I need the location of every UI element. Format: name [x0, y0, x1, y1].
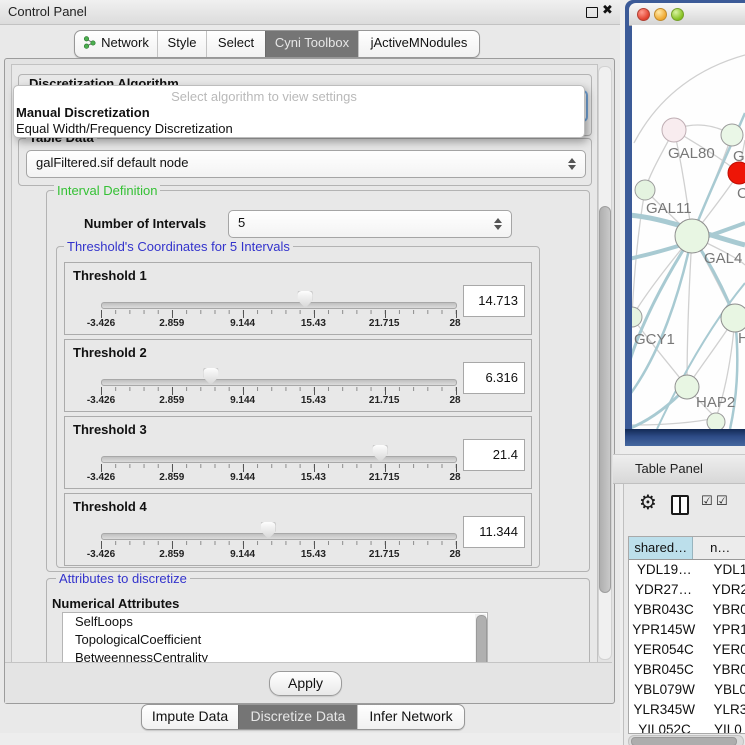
- network-view-canvas[interactable]: GAL80 G C GAL11 GAL4 GCY1 H HAP2: [632, 25, 745, 429]
- network-window-frame-bottom: [625, 429, 745, 446]
- algorithm-hint: Select algorithm to view settings: [14, 89, 514, 104]
- thresholds-group-title: Threshold's Coordinates for 5 Intervals: [64, 240, 293, 253]
- content-scrollbar-thumb[interactable]: [599, 206, 611, 593]
- node-label-gcy1: GCY1: [634, 331, 675, 348]
- algorithm-dropdown-popup: Select algorithm to view settings Manual…: [13, 85, 585, 138]
- tab-infer-network[interactable]: Infer Network: [357, 705, 464, 729]
- control-panel: Control Panel ✖ Network Style Select Cyn…: [0, 0, 620, 733]
- node-bottom[interactable]: [707, 413, 725, 429]
- float-window-icon[interactable]: [586, 7, 598, 18]
- node-label-g: G: [733, 148, 745, 165]
- node-label-gal4: GAL4: [704, 250, 742, 267]
- node-g[interactable]: [721, 124, 743, 146]
- network-graph: GAL80 G C GAL11 GAL4 GCY1 H HAP2: [632, 25, 745, 429]
- node-label-c: C: [737, 185, 745, 202]
- close-traffic-light-icon[interactable]: [637, 8, 650, 21]
- apply-bar: Apply: [5, 662, 612, 703]
- threshold-3-value[interactable]: 21.4: [463, 439, 525, 471]
- algorithm-option-equal-width[interactable]: Equal Width/Frequency Discretization: [16, 121, 233, 136]
- table-scrollbar-thumb[interactable]: [631, 737, 737, 745]
- table-row[interactable]: YER054CYER0: [629, 640, 745, 660]
- attributes-group-title: Attributes to discretize: [56, 572, 190, 585]
- tab-discretize-data[interactable]: Discretize Data: [238, 705, 357, 729]
- numerical-attributes-label: Numerical Attributes: [52, 596, 179, 611]
- node-gal4[interactable]: [675, 219, 709, 253]
- threshold-2-value[interactable]: 6.316: [463, 362, 525, 394]
- node-label-gal80: GAL80: [668, 145, 715, 162]
- table-row[interactable]: YPR145WYPR1: [629, 620, 745, 640]
- table-panel-header: Table Panel: [613, 454, 745, 484]
- node-h[interactable]: [721, 304, 745, 332]
- threshold-2-panel: Threshold 2 -3.4262.8599.14415.4321.7152…: [64, 339, 532, 412]
- tab-network-label: Network: [101, 35, 149, 50]
- threshold-4-value[interactable]: 11.344: [463, 516, 525, 548]
- table-row[interactable]: YDL19…YDL1: [629, 560, 745, 580]
- table-panel-title: Table Panel: [635, 461, 703, 476]
- cyni-bottom-tabs: Impute Data Discretize Data Infer Networ…: [141, 704, 465, 730]
- zoom-traffic-light-icon[interactable]: [671, 8, 684, 21]
- node-gal11[interactable]: [635, 180, 655, 200]
- interval-definition-title: Interval Definition: [54, 184, 160, 197]
- gear-icon[interactable]: ⚙: [639, 490, 657, 514]
- node-gcy1[interactable]: [632, 307, 642, 327]
- table-row[interactable]: YBR045CYBR0: [629, 660, 745, 680]
- node-label-gal11: GAL11: [646, 200, 692, 217]
- num-intervals-value: 5: [238, 215, 245, 230]
- screen: Control Panel ✖ Network Style Select Cyn…: [0, 0, 745, 745]
- network-window-titlebar[interactable]: [629, 3, 745, 26]
- apply-button[interactable]: Apply: [269, 671, 342, 696]
- list-item[interactable]: SelfLoops: [63, 613, 487, 631]
- column-layout-icon[interactable]: [671, 495, 689, 515]
- combo-stepper-icon[interactable]: [493, 217, 502, 231]
- column-header-shared-name[interactable]: shared…: [629, 537, 693, 559]
- num-intervals-label: Number of Intervals: [84, 216, 206, 231]
- threshold-3-panel: Threshold 3 -3.4262.8599.14415.4321.7152…: [64, 416, 532, 489]
- tab-jactivemnodules[interactable]: jActiveMNodules: [358, 31, 479, 57]
- minimize-traffic-light-icon[interactable]: [654, 8, 667, 21]
- table-data-combo[interactable]: galFiltered.sif default node: [26, 150, 586, 178]
- node-label-h: H: [738, 330, 745, 347]
- threshold-1-panel: Threshold 1 -3.4262.8599.14415.4321.7152…: [64, 262, 532, 335]
- table-row[interactable]: YBR043CYBR0: [629, 600, 745, 620]
- table-horizontal-scrollbar[interactable]: [628, 735, 744, 745]
- content-scrollbar[interactable]: [598, 66, 612, 660]
- node-label-hap2: HAP2: [696, 394, 735, 411]
- table-row[interactable]: YBL079WYBL0: [629, 680, 745, 700]
- tab-style[interactable]: Style: [157, 31, 206, 57]
- column-header-name[interactable]: n…: [693, 537, 745, 559]
- table-panel-body: ⚙ ☑ ☑ shared… n… YDL19…YDL1 YDR27…YDR2 Y…: [623, 483, 745, 745]
- threshold-1-value[interactable]: 14.713: [463, 285, 525, 317]
- table-header-row: shared… n…: [629, 537, 745, 560]
- tab-cyni-toolbox[interactable]: Cyni Toolbox: [265, 31, 358, 57]
- checkbox-icon[interactable]: ☑: [716, 494, 728, 509]
- num-intervals-combo[interactable]: 5: [228, 210, 512, 238]
- close-icon[interactable]: ✖: [602, 3, 613, 18]
- node-table[interactable]: shared… n… YDL19…YDL1 YDR27…YDR2 YBR043C…: [628, 536, 745, 734]
- combo-stepper-icon[interactable]: [567, 157, 576, 171]
- list-item[interactable]: TopologicalCoefficient: [63, 631, 487, 649]
- table-row[interactable]: YLR345WYLR3: [629, 700, 745, 720]
- algorithm-option-manual[interactable]: Manual Discretization: [16, 105, 150, 120]
- table-data-value: galFiltered.sif default node: [36, 155, 188, 170]
- node-selected-red[interactable]: [728, 162, 745, 184]
- threshold-4-panel: Threshold 4 -3.4262.8599.14415.4321.7152…: [64, 493, 532, 566]
- network-graph-icon: [83, 33, 96, 57]
- table-row[interactable]: YDR27…YDR2: [629, 580, 745, 600]
- node-gal80[interactable]: [662, 118, 686, 142]
- control-panel-titlebar: Control Panel ✖: [0, 0, 620, 25]
- control-panel-tabs: Network Style Select Cyni Toolbox jActiv…: [74, 30, 480, 58]
- tab-network[interactable]: Network: [75, 31, 157, 57]
- panel-title: Control Panel: [8, 4, 87, 19]
- checkbox-icon[interactable]: ☑: [701, 494, 713, 509]
- table-row[interactable]: YIL052CYIL0: [629, 720, 745, 734]
- tab-impute-data[interactable]: Impute Data: [142, 705, 238, 729]
- tab-select[interactable]: Select: [206, 31, 265, 57]
